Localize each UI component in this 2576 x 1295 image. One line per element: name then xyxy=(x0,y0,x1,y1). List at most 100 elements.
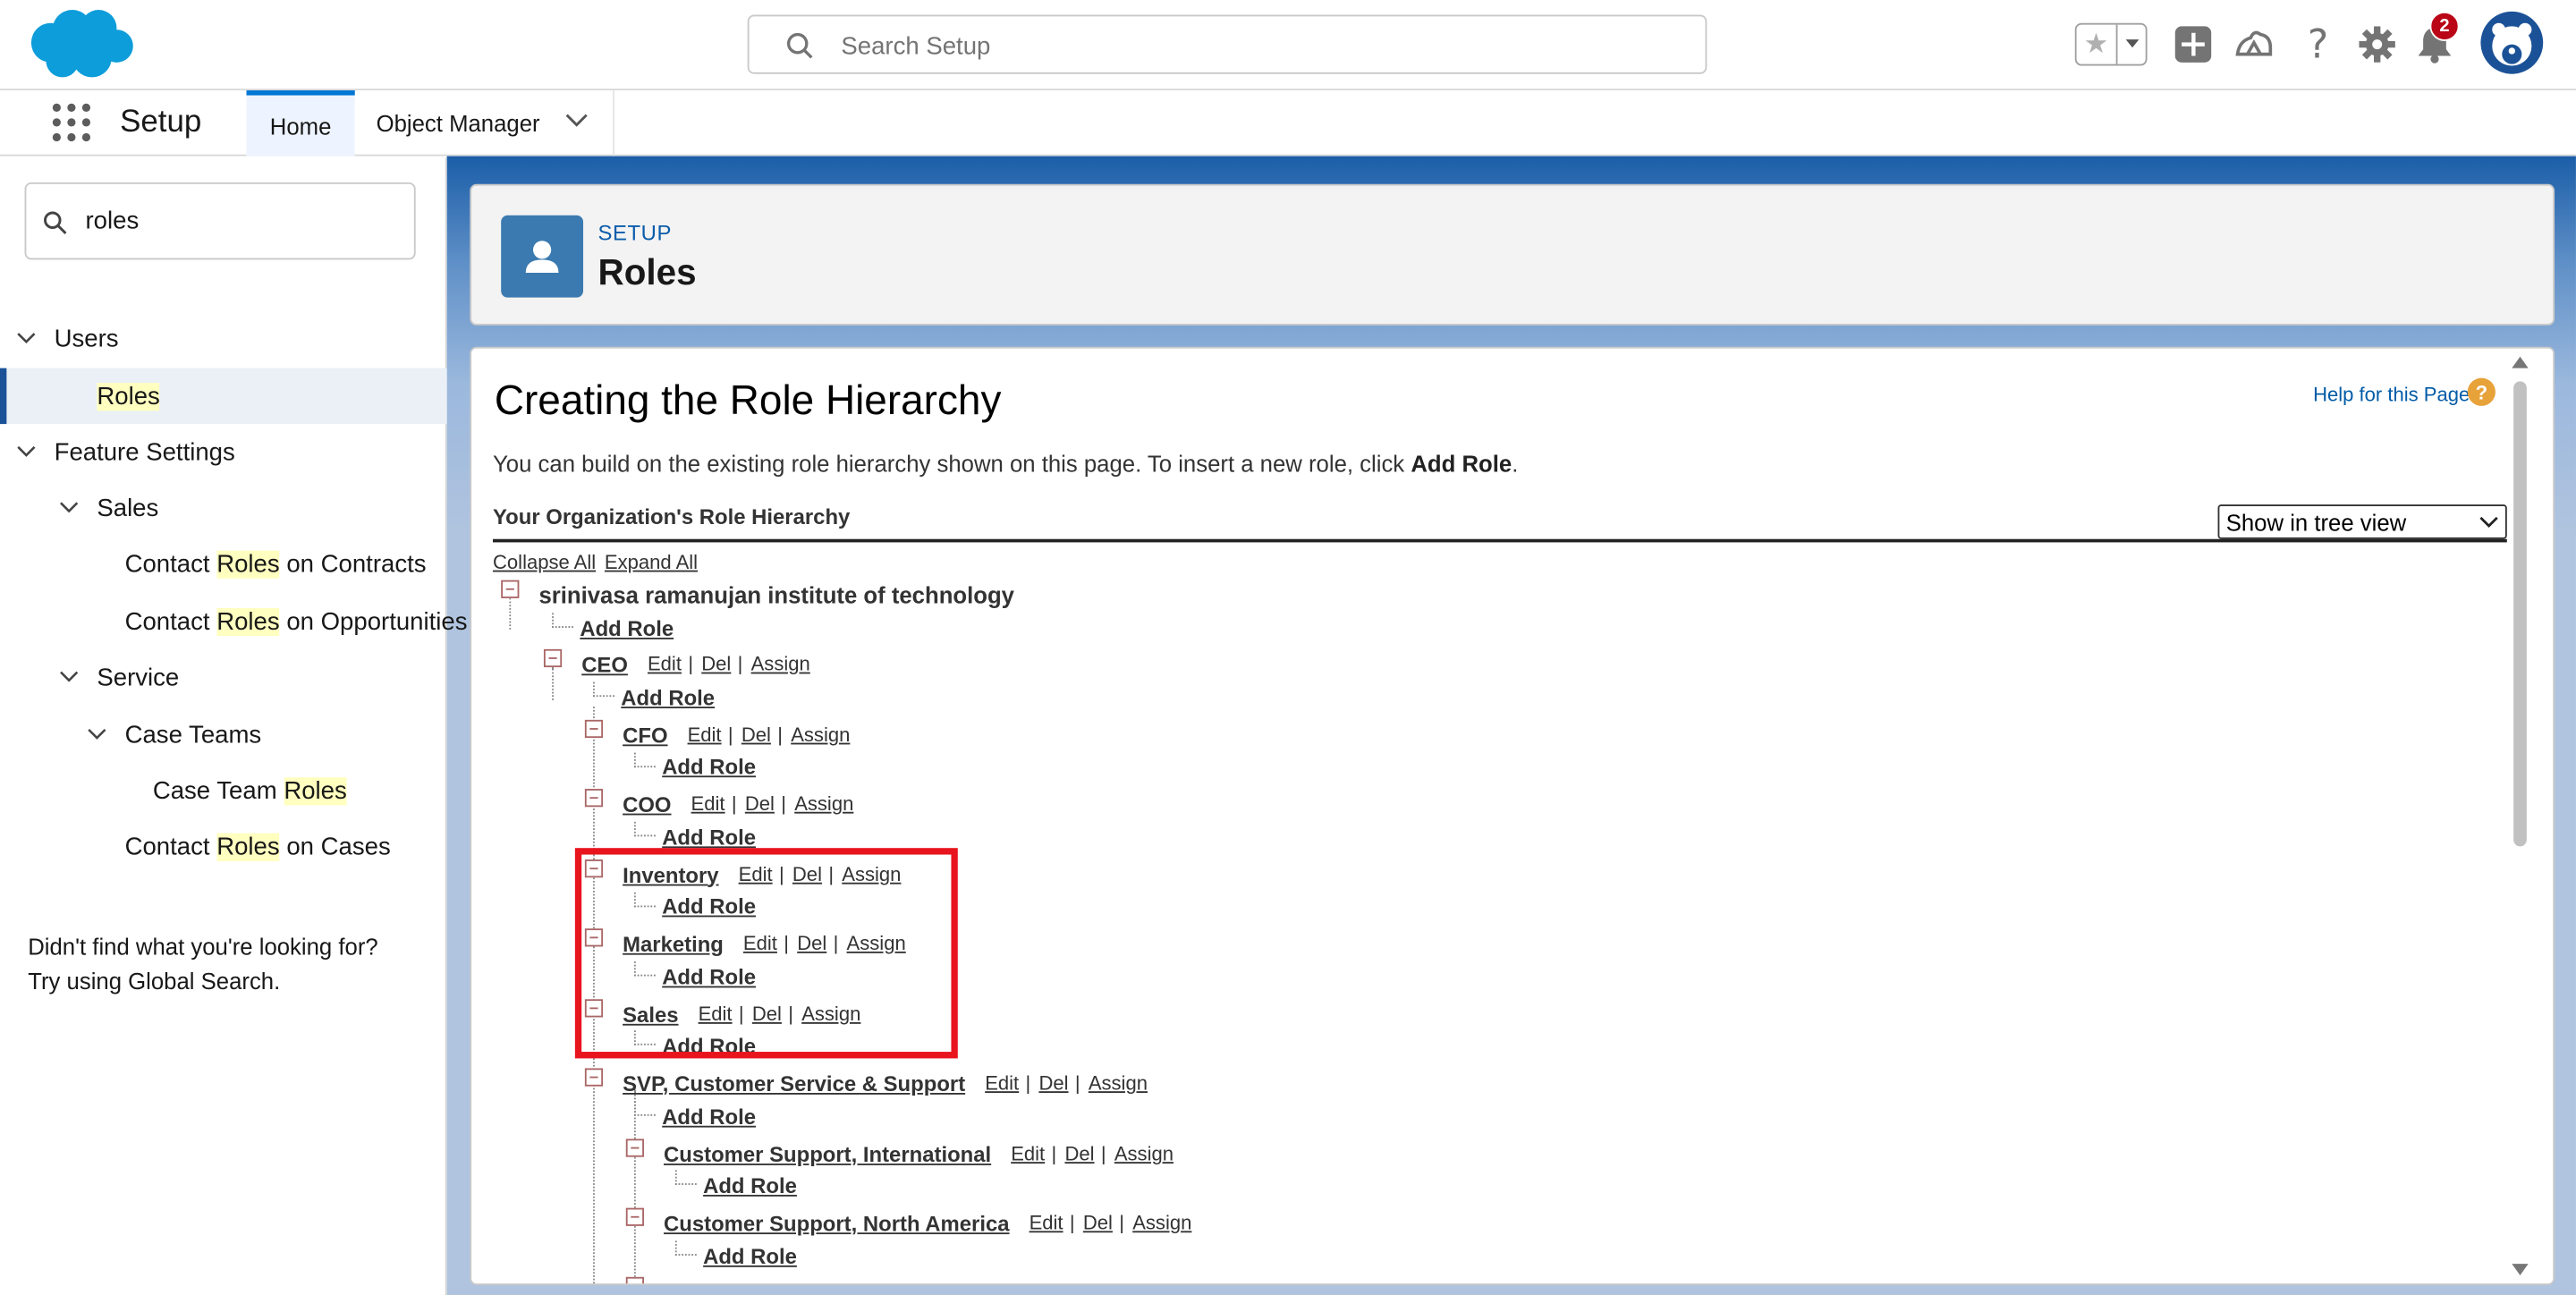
page-title: Roles xyxy=(597,251,697,293)
edit-link[interactable]: Edit xyxy=(648,653,682,676)
role-name-link[interactable]: Customer Support, International xyxy=(664,1141,991,1166)
edit-link[interactable]: Edit xyxy=(1011,1142,1045,1165)
gear-icon xyxy=(2359,26,2395,63)
assign-link[interactable]: Assign xyxy=(751,653,810,676)
tree-connector xyxy=(552,667,554,700)
sidebar-item-roles[interactable]: Roles xyxy=(0,368,447,425)
user-icon xyxy=(501,215,584,298)
scroll-up-arrow-icon[interactable] xyxy=(2512,356,2529,368)
salesforce-cloud-logo[interactable] xyxy=(26,6,134,82)
global-actions-button[interactable] xyxy=(2172,23,2215,66)
scrollbar-thumb[interactable] xyxy=(2513,381,2527,847)
edit-link[interactable]: Edit xyxy=(691,792,725,816)
search-input[interactable] xyxy=(841,26,1663,66)
collapse-toggle-org[interactable] xyxy=(501,580,520,598)
tab-home[interactable]: Home xyxy=(246,90,355,157)
favorites-list-button[interactable] xyxy=(2115,24,2146,64)
avatar[interactable] xyxy=(2480,11,2544,74)
not-found-message: Didn't find what you're looking for? Try… xyxy=(28,930,377,999)
role-name-link[interactable]: COO xyxy=(623,791,671,817)
del-link[interactable]: Del xyxy=(741,724,771,747)
del-link[interactable]: Del xyxy=(1083,1211,1113,1234)
search-icon xyxy=(786,32,813,59)
del-link[interactable]: Del xyxy=(745,792,775,816)
sidebar-item-case-team-roles[interactable]: Case Team Roles xyxy=(153,763,347,818)
tab-object-manager[interactable]: Object Manager xyxy=(355,90,614,157)
add-role-link[interactable]: Add Role xyxy=(621,685,715,710)
app-launcher-icon[interactable] xyxy=(52,103,92,143)
add-role-link[interactable]: Add Role xyxy=(662,825,756,850)
sidebar-item-label-pre: Case Team xyxy=(152,776,284,805)
separator: | xyxy=(1100,1142,1106,1165)
edit-link[interactable]: Edit xyxy=(688,724,722,747)
sidebar-item-label: Users xyxy=(54,324,119,353)
sidebar-item-label: Sales xyxy=(97,494,159,522)
view-mode-select[interactable]: Show in tree view xyxy=(2217,504,2507,539)
edit-link[interactable]: Edit xyxy=(985,1071,1019,1095)
collapse-toggle-svp[interactable] xyxy=(584,1068,604,1087)
separator: | xyxy=(731,791,737,816)
assign-link[interactable]: Assign xyxy=(1114,1142,1174,1165)
search-highlight: Roles xyxy=(216,606,280,636)
sidebar-item-label: Feature Settings xyxy=(54,437,235,466)
sidebar-item-label: Service xyxy=(97,663,180,691)
collapse-toggle-cs-international[interactable] xyxy=(625,1138,644,1157)
help-button[interactable]: ? xyxy=(2297,23,2340,66)
quick-find-input[interactable]: roles xyxy=(24,182,416,260)
role-hierarchy-panel: Creating the Role Hierarchy Help for thi… xyxy=(470,346,2555,1286)
sidebar-item-contact-roles-contracts[interactable]: Contact Roles on Contracts xyxy=(125,536,427,591)
notification-count-badge: 2 xyxy=(2429,11,2460,41)
separator: | xyxy=(1069,1211,1075,1235)
user-avatar-icon xyxy=(2492,22,2532,66)
quick-find-value: roles xyxy=(85,207,140,235)
del-link[interactable]: Del xyxy=(1038,1071,1068,1095)
sidebar-item-contact-roles-cases[interactable]: Contact Roles on Cases xyxy=(125,818,391,874)
assign-link[interactable]: Assign xyxy=(791,724,850,747)
chevron-down-icon xyxy=(2124,39,2139,48)
setup-search-box[interactable] xyxy=(747,14,1707,74)
del-link[interactable]: Del xyxy=(1064,1142,1094,1165)
trailhead-button[interactable] xyxy=(2233,23,2275,66)
add-role-link[interactable]: Add Role xyxy=(703,1244,797,1269)
intro-text: You can build on the existing role hiera… xyxy=(493,451,1518,477)
add-role-link[interactable]: Add Role xyxy=(580,616,674,641)
sidebar-item-contact-roles-opportunities[interactable]: Contact Roles on Opportunities xyxy=(125,593,468,648)
help-icon[interactable]: ? xyxy=(2467,377,2496,406)
scroll-down-arrow-icon[interactable] xyxy=(2512,1264,2529,1275)
tree-connector xyxy=(633,752,656,768)
tree-connector xyxy=(674,1240,697,1256)
chevron-down-icon xyxy=(17,333,36,344)
collapse-toggle-cfo[interactable] xyxy=(584,719,604,739)
chevron-down-icon xyxy=(88,728,106,740)
role-name-link[interactable]: CEO xyxy=(581,652,628,677)
role-name-link[interactable]: SVP, Customer Service & Support xyxy=(623,1071,965,1096)
assign-link[interactable]: Assign xyxy=(794,792,853,816)
edit-link[interactable]: Edit xyxy=(1030,1211,1063,1234)
collapse-toggle-cs-north-america[interactable] xyxy=(625,1207,644,1226)
setup-gear-button[interactable] xyxy=(2356,23,2399,66)
collapse-toggle-ceo[interactable] xyxy=(543,648,563,668)
sidebar-item-label-pre: Contact xyxy=(124,606,217,636)
setup-sidebar: roles Users Roles Feature Settings Sales… xyxy=(0,157,468,1295)
chevron-down-icon[interactable] xyxy=(565,112,589,128)
expand-all-link[interactable]: Expand All xyxy=(605,551,698,574)
assign-link[interactable]: Assign xyxy=(1089,1071,1148,1095)
search-icon xyxy=(44,211,67,234)
collapse-all-link[interactable]: Collapse All xyxy=(493,551,596,574)
del-link[interactable]: Del xyxy=(701,653,731,676)
help-for-page-link[interactable]: Help for this Page xyxy=(2313,383,2470,406)
assign-link[interactable]: Assign xyxy=(1132,1211,1191,1234)
add-role-link[interactable]: Add Role xyxy=(703,1173,797,1198)
role-name-link[interactable]: Customer Support, North America xyxy=(664,1210,1010,1235)
sidebar-item-label: Case Teams xyxy=(124,720,262,749)
add-role-link[interactable]: Add Role xyxy=(662,754,756,779)
app-name: Setup xyxy=(120,105,202,140)
role-name-link[interactable]: CFO xyxy=(623,723,667,748)
role-row-ceo: CEO Edit | Del | Assign xyxy=(581,649,810,679)
star-icon[interactable]: ★ xyxy=(2077,25,2116,64)
tree-connector xyxy=(633,821,656,837)
intro-text-main: You can build on the existing role hiera… xyxy=(493,450,1411,477)
collapse-toggle-coo[interactable] xyxy=(584,789,604,808)
add-role-link[interactable]: Add Role xyxy=(662,1105,756,1130)
collapse-toggle-next[interactable] xyxy=(625,1276,644,1284)
